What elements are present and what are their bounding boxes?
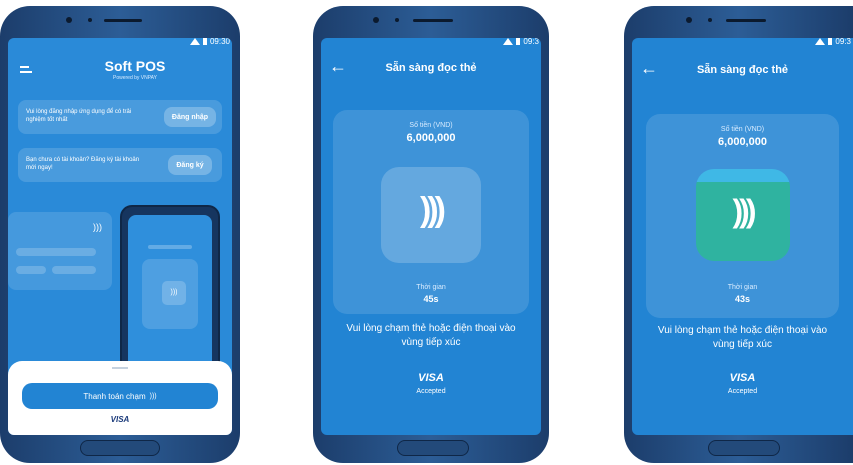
card-brand: VISA: [110, 415, 130, 424]
camera-dot: [66, 17, 72, 23]
pay-button-label: Thanh toán chạm: [83, 391, 146, 401]
time-value: 43s: [734, 294, 751, 304]
login-prompt: Vui lòng đăng nhập ứng dụng để có trải n…: [26, 109, 132, 123]
home-screen: 09:30 Soft POS Powered by VNPAY Vui lòng…: [8, 38, 232, 435]
speaker: [104, 19, 142, 22]
amount-label: Số tiền (VND): [409, 122, 453, 129]
pay-button[interactable]: Thanh toán chạm ))): [22, 383, 218, 409]
payment-card: Số tiền (VND) 6,000,000 ))) Thời gian 45…: [333, 110, 529, 314]
sensor-dot: [88, 18, 92, 22]
phone-ready: 09:3 ← Sẵn sàng đọc thẻ Số tiền (VND) 6,…: [313, 6, 549, 463]
sheet-handle: [112, 367, 128, 369]
amount-value: 6,000,000: [718, 136, 767, 148]
home-button[interactable]: [708, 440, 780, 456]
signal-icon: [189, 38, 200, 45]
battery-icon: [516, 38, 521, 45]
time-value: 45s: [423, 294, 439, 304]
ready-screen-active: 09:3 ← Sẵn sàng đọc thẻ Số tiền (VND) 6,…: [632, 38, 853, 435]
contactless-icon: ))): [420, 191, 446, 229]
accepted-label: Accepted: [727, 388, 758, 395]
illustration-card: ))): [8, 212, 112, 290]
app-title: Soft POS: [104, 58, 166, 74]
payment-card: Số tiền (VND) 6,000,000 ))) Thời gian 43…: [646, 114, 839, 318]
status-bar: 09:3: [503, 38, 539, 46]
speaker: [413, 19, 453, 22]
amount-value: 6,000,000: [406, 132, 456, 144]
register-card: Bạn chưa có tài khoản? Đăng ký tài khoản…: [18, 148, 222, 182]
bottom-sheet: Thanh toán chạm ))) VISA: [8, 361, 232, 435]
illustration-contactless-icon: ))): [93, 222, 102, 232]
page-title: Sẵn sàng đọc thẻ: [385, 62, 477, 74]
phone-ready-active: 09:3 ← Sẵn sàng đọc thẻ Số tiền (VND) 6,…: [624, 6, 853, 463]
status-time: 09:3: [835, 38, 851, 46]
status-time: 09:30: [209, 38, 230, 46]
contactless-icon: ))): [149, 392, 157, 400]
register-button[interactable]: Đăng ký: [168, 155, 212, 175]
card-brand: VISA: [418, 372, 444, 384]
battery-icon: [202, 38, 207, 45]
signal-icon: [815, 38, 826, 45]
accepted-label: Accepted: [416, 388, 446, 395]
sensor-dot: [395, 18, 399, 22]
speaker: [726, 19, 766, 22]
sensor-dot: [708, 18, 712, 22]
amount-label: Số tiền (VND): [720, 126, 765, 133]
ready-screen: 09:3 ← Sẵn sàng đọc thẻ Số tiền (VND) 6,…: [321, 38, 541, 435]
home-button[interactable]: [80, 440, 160, 456]
home-button[interactable]: [397, 440, 469, 456]
status-bar: 09:3: [815, 38, 851, 46]
app-subtitle: Powered by VNPAY: [112, 75, 157, 81]
phone-home: 09:30 Soft POS Powered by VNPAY Vui lòng…: [0, 6, 240, 463]
login-button[interactable]: Đăng nhập: [164, 107, 216, 127]
register-prompt: Bạn chưa có tài khoản? Đăng ký tài khoản…: [26, 157, 140, 171]
nfc-area: ))): [381, 167, 481, 263]
instruction-text: Vui lòng chạm thẻ hoặc điện thoại vào vù…: [657, 325, 828, 350]
instruction-text: Vui lòng chạm thẻ hoặc điện thoại vào vù…: [346, 323, 516, 348]
status-bar: 09:30: [189, 38, 230, 46]
camera-dot: [686, 17, 692, 23]
login-card: Vui lòng đăng nhập ứng dụng để có trải n…: [18, 100, 222, 134]
page-title: Sẵn sàng đọc thẻ: [696, 64, 789, 76]
camera-dot: [373, 17, 379, 23]
battery-icon: [828, 38, 833, 45]
time-label: Thời gian: [416, 284, 446, 291]
illustration-nfc-icon: ))): [162, 281, 186, 305]
status-time: 09:3: [523, 38, 539, 46]
card-brand: VISA: [729, 372, 756, 384]
nfc-area: ))): [695, 169, 790, 261]
contactless-icon: ))): [732, 193, 757, 229]
signal-icon: [503, 38, 514, 45]
time-label: Thời gian: [727, 284, 758, 291]
